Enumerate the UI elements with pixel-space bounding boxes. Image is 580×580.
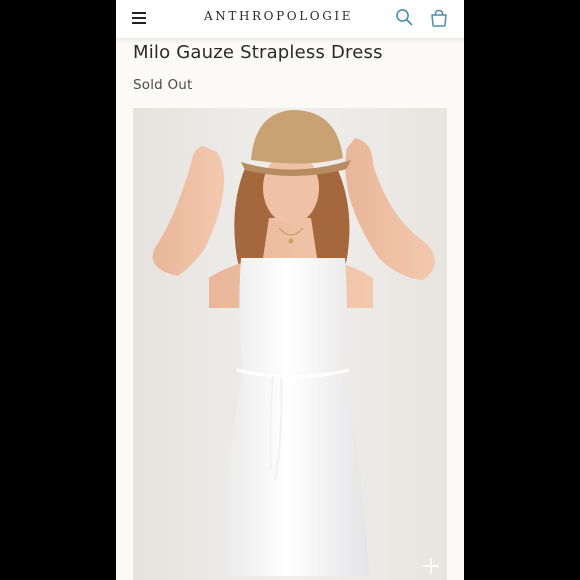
product-image[interactable] — [133, 108, 447, 580]
availability-status: Sold Out — [133, 77, 193, 93]
top-nav-bar: ANTHROPOLOGIE — [116, 0, 464, 39]
zoom-plus-icon[interactable] — [422, 557, 440, 575]
hamburger-menu-icon[interactable] — [132, 10, 148, 26]
shopping-bag-icon[interactable] — [429, 8, 449, 28]
product-title: Milo Gauze Strapless Dress — [133, 42, 383, 63]
app-screen: ANTHROPOLOGIE Milo Gauze Strapless Dress… — [116, 0, 464, 580]
search-icon[interactable] — [395, 8, 413, 26]
brand-logo[interactable]: ANTHROPOLOGIE — [204, 9, 351, 23]
product-photo-illustration — [133, 108, 447, 580]
